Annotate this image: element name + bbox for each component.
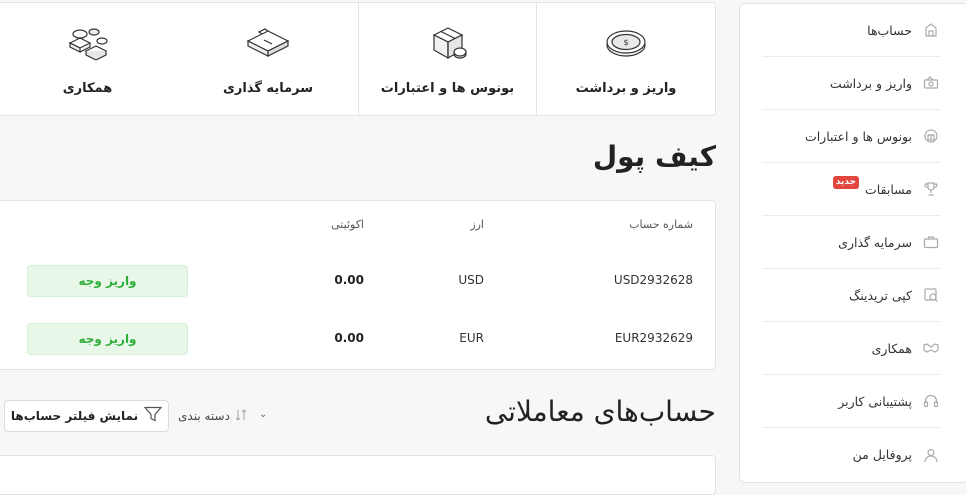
sidebar-item-bonuses[interactable]: بونوس ها و اعتبارات xyxy=(762,110,940,163)
column-header-currency: ارز xyxy=(470,218,484,231)
show-filter-button[interactable]: نمایش فیلتر حساب‌ها xyxy=(4,400,169,432)
trading-accounts-title: حساب‌های معاملاتی xyxy=(484,395,716,428)
filter-button-label: نمایش فیلتر حساب‌ها xyxy=(10,409,139,423)
card-investment[interactable]: سرمایه گذاری xyxy=(178,3,359,115)
new-badge: جدید xyxy=(832,175,859,189)
sidebar-item-label: حساب‌ها xyxy=(867,22,912,38)
headset-icon xyxy=(922,392,940,410)
account-number: USD2932628 xyxy=(613,273,693,287)
currency: EUR xyxy=(459,331,484,345)
sidebar-item-label: بونوس ها و اعتبارات xyxy=(804,128,912,144)
gift-icon xyxy=(922,127,940,145)
card-label: همکاری xyxy=(62,80,113,96)
trading-accounts-list xyxy=(0,455,716,495)
card-label: سرمایه گذاری xyxy=(222,80,314,96)
wallet-title: کیف پول xyxy=(592,140,716,173)
sidebar-item-investment[interactable]: سرمایه گذاری xyxy=(762,216,940,269)
sidebar-item-label: واریز و برداشت xyxy=(829,75,912,91)
sidebar-item-label: پروفایل من xyxy=(852,447,912,462)
column-header-account: شماره حساب xyxy=(629,218,693,231)
sidebar-item-partnership[interactable]: همکاری xyxy=(762,322,940,375)
sidebar-item-label: پشتیبانی کاربر xyxy=(838,393,912,409)
sort-control[interactable]: دسته بندی xyxy=(178,405,248,427)
card-bonuses[interactable]: بونوس ها و اعتبارات xyxy=(359,3,537,115)
handshake-icon xyxy=(922,339,940,357)
sidebar-item-label: مسابقات xyxy=(864,181,912,197)
user-icon xyxy=(922,446,940,464)
card-label: بونوس ها و اعتبارات xyxy=(380,80,515,96)
sidebar-item-label: کپی تریدینگ xyxy=(849,287,912,303)
partners-icon xyxy=(64,23,112,67)
quick-actions-panel: $ واریز و برداشت بونوس ها و اعتبارات سرم… xyxy=(0,2,716,116)
account-house-icon xyxy=(922,21,940,39)
equity-value: 0.00 xyxy=(334,331,364,345)
card-deposit-withdraw[interactable]: $ واریز و برداشت xyxy=(537,3,715,115)
sidebar-item-copy-trading[interactable]: کپی تریدینگ xyxy=(762,269,940,322)
wallet-money-icon xyxy=(922,74,940,92)
sort-label: دسته بندی xyxy=(178,409,230,423)
sidebar-nav: حساب‌ها واریز و برداشت بونوس ها و اعتبار… xyxy=(739,3,966,483)
svg-text:$: $ xyxy=(623,38,628,47)
currency: USD xyxy=(458,273,484,287)
column-header-equity: اکوئیتی xyxy=(331,218,364,231)
sidebar-item-label: همکاری xyxy=(871,340,912,356)
chevron-down-icon[interactable]: ⌄ xyxy=(259,409,267,420)
coin-icon: $ xyxy=(602,23,650,67)
gift-box-icon xyxy=(424,23,472,67)
filter-icon xyxy=(143,406,163,426)
sidebar-item-competitions[interactable]: جدید مسابقات xyxy=(762,163,940,216)
sidebar-item-support[interactable]: پشتیبانی کاربر xyxy=(762,375,940,428)
sidebar-item-label: سرمایه گذاری xyxy=(838,234,912,250)
briefcase-icon xyxy=(922,233,940,251)
briefcase-icon xyxy=(244,23,292,67)
copy-trading-icon xyxy=(922,286,940,304)
deposit-button[interactable]: واریز وجه xyxy=(27,265,188,297)
card-partnership[interactable]: همکاری xyxy=(0,3,178,115)
sidebar-item-accounts[interactable]: حساب‌ها xyxy=(762,4,940,57)
card-label: واریز و برداشت xyxy=(575,80,677,96)
sidebar-item-deposit-withdraw[interactable]: واریز و برداشت xyxy=(762,57,940,110)
sidebar-item-profile[interactable]: پروفایل من xyxy=(762,428,940,481)
sort-arrows-icon xyxy=(234,407,248,426)
trophy-icon xyxy=(922,180,940,198)
equity-value: 0.00 xyxy=(334,273,364,287)
deposit-button[interactable]: واریز وجه xyxy=(27,323,188,355)
wallet-table: شماره حساب ارز اکوئیتی USD2932628 USD 0.… xyxy=(0,200,716,370)
account-number: EUR2932629 xyxy=(614,331,693,345)
